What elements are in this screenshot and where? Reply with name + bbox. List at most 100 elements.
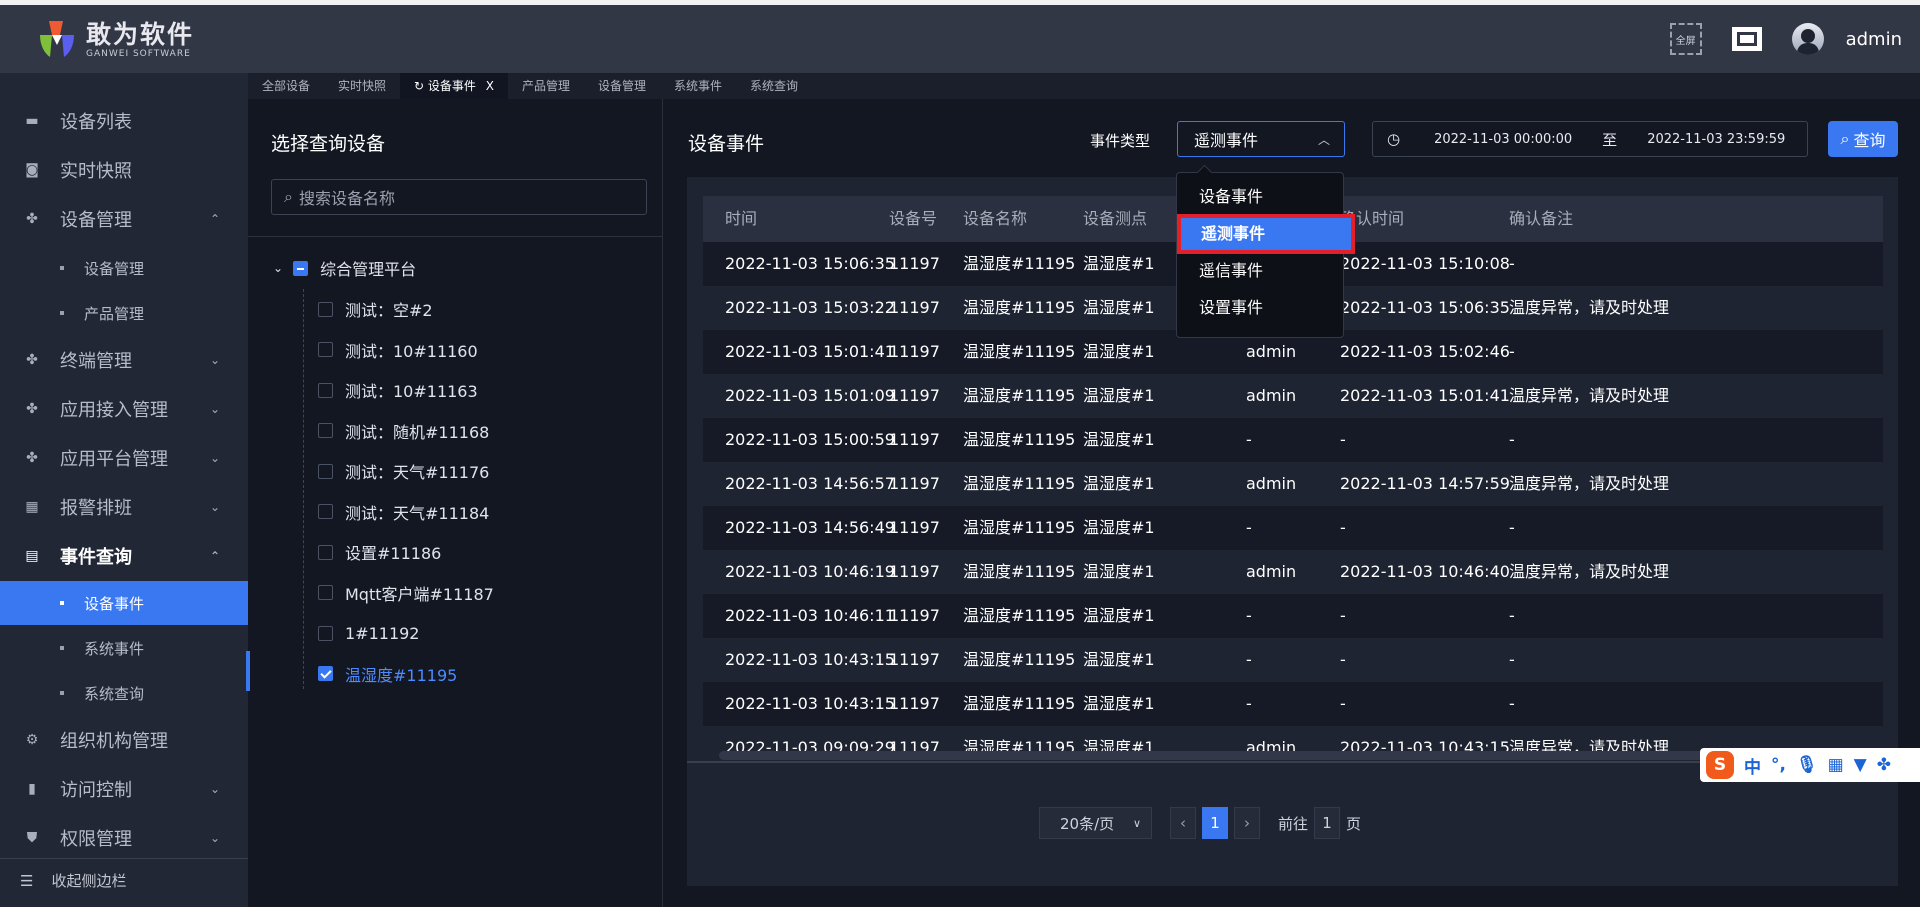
tree-node[interactable]: 温湿度#11195	[318, 654, 457, 694]
table-cell: 2022-11-03 15:01:41	[1340, 386, 1510, 405]
sidebar-item-alarm-schedule[interactable]: ▦ 报警排班 ⌄	[0, 485, 248, 529]
ime-toolbar[interactable]: S 中 °, 🎙 ▦ ▼ ✤	[1700, 748, 1920, 782]
query-button[interactable]: ⌕ 查询	[1828, 121, 1898, 157]
refresh-icon[interactable]: ↻	[414, 79, 428, 93]
app-header: 敢为软件 GANWEI SOFTWARE 全屏 admin	[0, 5, 1920, 73]
tab-snapshot[interactable]: 实时快照	[324, 73, 400, 99]
table-cell: admin	[1246, 474, 1297, 493]
sidebar-item-device-mgmt[interactable]: ✤ 设备管理 ⌃	[0, 197, 248, 241]
sidebar-item-access-control[interactable]: ▮ 访问控制 ⌄	[0, 767, 248, 811]
dropdown-option[interactable]: 遥测事件	[1177, 214, 1355, 254]
device-search-input[interactable]: ⌕ 搜索设备名称	[271, 179, 647, 215]
tree-node[interactable]: 测试：空#2	[318, 289, 433, 329]
sidebar-sub-device-events[interactable]: 设备事件	[0, 581, 248, 625]
tab-device-mgmt[interactable]: 设备管理	[584, 73, 660, 99]
column-header: 设备号	[889, 209, 938, 228]
tree-node[interactable]: 1#11192	[318, 613, 419, 653]
sidebar-item-app-access[interactable]: ✤ 应用接入管理 ⌄	[0, 387, 248, 431]
table-cell: 温湿度#11195	[963, 650, 1076, 669]
page-1-button[interactable]: 1	[1202, 807, 1228, 839]
table-row[interactable]: 2022-11-03 10:43:15 11197 温湿度#11195 温湿度#1 - -…	[703, 638, 1883, 682]
table-row[interactable]: 2022-11-03 10:43:15 11197 温湿度#11195 温湿度#1 - -…	[703, 682, 1883, 726]
tree-node[interactable]: Mqtt客户端#11187	[318, 573, 494, 613]
tab-device-events[interactable]: ↻ 设备事件 X	[400, 73, 508, 99]
checkbox[interactable]	[318, 504, 333, 519]
mic-icon[interactable]: 🎙	[1796, 755, 1818, 775]
checkbox-indeterminate[interactable]	[293, 260, 309, 276]
sidebar-item-event-query[interactable]: ▤ 事件查询 ⌃	[0, 534, 248, 578]
sidebar-item-device-list[interactable]: ▬ 设备列表	[0, 99, 248, 143]
checkbox[interactable]	[318, 382, 333, 398]
tree-node[interactable]: 测试：天气#11184	[318, 492, 489, 532]
fullscreen-button[interactable]: 全屏	[1669, 23, 1702, 55]
tree-node[interactable]: 测试：10#11163	[318, 370, 478, 410]
table-row[interactable]: 2022-11-03 10:46:11 11197 温湿度#11195 温湿度#1 - -…	[703, 594, 1883, 638]
tree-node[interactable]: 测试：10#11160	[318, 330, 478, 370]
table-row[interactable]: 2022-11-03 14:56:49 11197 温湿度#11195 温湿度#1 - -…	[703, 506, 1883, 550]
end-date[interactable]: 2022-11-03 23:59:59	[1647, 132, 1785, 147]
keyboard-icon[interactable]: ▦	[1828, 755, 1844, 775]
tree-node[interactable]: 设置#11186	[318, 532, 441, 572]
page-size-select[interactable]: 20条/页 ∨	[1039, 807, 1152, 839]
label: 权限管理	[60, 829, 132, 850]
tab-system-query[interactable]: 系统查询	[736, 73, 812, 99]
close-icon[interactable]: X	[486, 79, 494, 93]
sidebar-item-org[interactable]: ⚙ 组织机构管理	[0, 718, 248, 762]
tree-root[interactable]: ⌄ 综合管理平台	[273, 256, 416, 280]
date-range-picker[interactable]: ◷ 2022-11-03 00:00:00 至 2022-11-03 23:59:59	[1372, 121, 1808, 157]
chevron-down-icon[interactable]: ⌄	[273, 261, 283, 275]
checkbox[interactable]	[318, 301, 333, 317]
checkbox[interactable]	[318, 666, 333, 681]
table-row[interactable]: 2022-11-03 14:56:57 11197 温湿度#11195 温湿度#1 ad…	[703, 462, 1883, 506]
checkbox[interactable]	[318, 544, 333, 560]
tree-node[interactable]: 测试：天气#11176	[318, 451, 489, 491]
username[interactable]: admin	[1846, 29, 1902, 50]
next-page-button[interactable]: ›	[1234, 807, 1260, 839]
root-label: 综合管理平台	[320, 260, 417, 279]
checkbox[interactable]	[318, 463, 333, 479]
device-select-panel: 选择查询设备 ⌕ 搜索设备名称 ⌄ 综合管理平台 测试：空#2 测试：10#11160…	[246, 99, 663, 907]
tree-node[interactable]: 测试：随机#11168	[318, 411, 489, 451]
sidebar-sub-product-mgmt[interactable]: 产品管理	[0, 291, 248, 335]
sidebar-item-terminal[interactable]: ✤ 终端管理 ⌄	[0, 338, 248, 382]
table-row[interactable]: 2022-11-03 15:01:09 11197 温湿度#11195 温湿度#1 ad…	[703, 374, 1883, 418]
checkbox[interactable]	[318, 423, 333, 438]
table-cell: 温湿度#1	[1083, 562, 1155, 581]
dropdown-option[interactable]: 设备事件	[1177, 179, 1343, 215]
table-cell: 温湿度#1	[1083, 298, 1155, 317]
sidebar-sub-device-mgmt[interactable]: 设备管理	[0, 246, 248, 290]
sidebar-item-snapshot[interactable]: ◙ 实时快照	[0, 148, 248, 192]
table-cell: 温湿度#1	[1083, 694, 1155, 713]
checkbox[interactable]	[318, 625, 333, 641]
table-cell: 2022-11-03 10:43:15	[725, 650, 895, 669]
prev-page-button[interactable]: ‹	[1170, 807, 1196, 839]
table-row[interactable]: 2022-11-03 10:46:19 11197 温湿度#11195 温湿度#1 ad…	[703, 550, 1883, 594]
skin-icon[interactable]: ▼	[1854, 755, 1867, 775]
ime-punct[interactable]: °,	[1771, 755, 1786, 775]
apps-icon[interactable]: ✤	[1877, 755, 1891, 775]
sidebar-item-app-platform[interactable]: ✤ 应用平台管理 ⌄	[0, 436, 248, 480]
dropdown-option[interactable]: 设置事件	[1177, 290, 1343, 326]
tab-product-mgmt[interactable]: 产品管理	[508, 73, 584, 99]
dropdown-option[interactable]: 遥信事件	[1177, 253, 1343, 289]
table-cell: admin	[1246, 562, 1297, 581]
page-unit: 页	[1346, 814, 1362, 833]
tab-all-devices[interactable]: 全部设备	[248, 73, 324, 99]
checkbox[interactable]	[318, 342, 333, 357]
start-date[interactable]: 2022-11-03 00:00:00	[1434, 132, 1572, 147]
avatar[interactable]	[1791, 23, 1824, 55]
screen-icon[interactable]	[1731, 27, 1762, 51]
table-cell: 2022-11-03 10:46:11	[725, 606, 895, 625]
checkbox[interactable]	[318, 585, 333, 600]
grid-icon: ✤	[26, 211, 38, 227]
sidebar-item-permissions[interactable]: ⛊ 权限管理 ⌄	[0, 816, 248, 860]
goto-page-input[interactable]: 1	[1314, 807, 1341, 839]
ime-lang[interactable]: 中	[1744, 753, 1761, 778]
tab-system-events[interactable]: 系统事件	[660, 73, 736, 99]
sidebar-sub-system-query[interactable]: 系统查询	[0, 671, 248, 715]
table-cell: 温度异常，请及时处理	[1509, 738, 1670, 757]
table-row[interactable]: 2022-11-03 15:00:59 11197 温湿度#11195 温湿度#1 - -…	[703, 418, 1883, 462]
sidebar-sub-system-events[interactable]: 系统事件	[0, 626, 248, 670]
event-type-select[interactable]: 遥测事件 ︿	[1177, 121, 1345, 157]
collapse-sidebar-button[interactable]: ☰ 收起侧边栏	[0, 858, 248, 902]
